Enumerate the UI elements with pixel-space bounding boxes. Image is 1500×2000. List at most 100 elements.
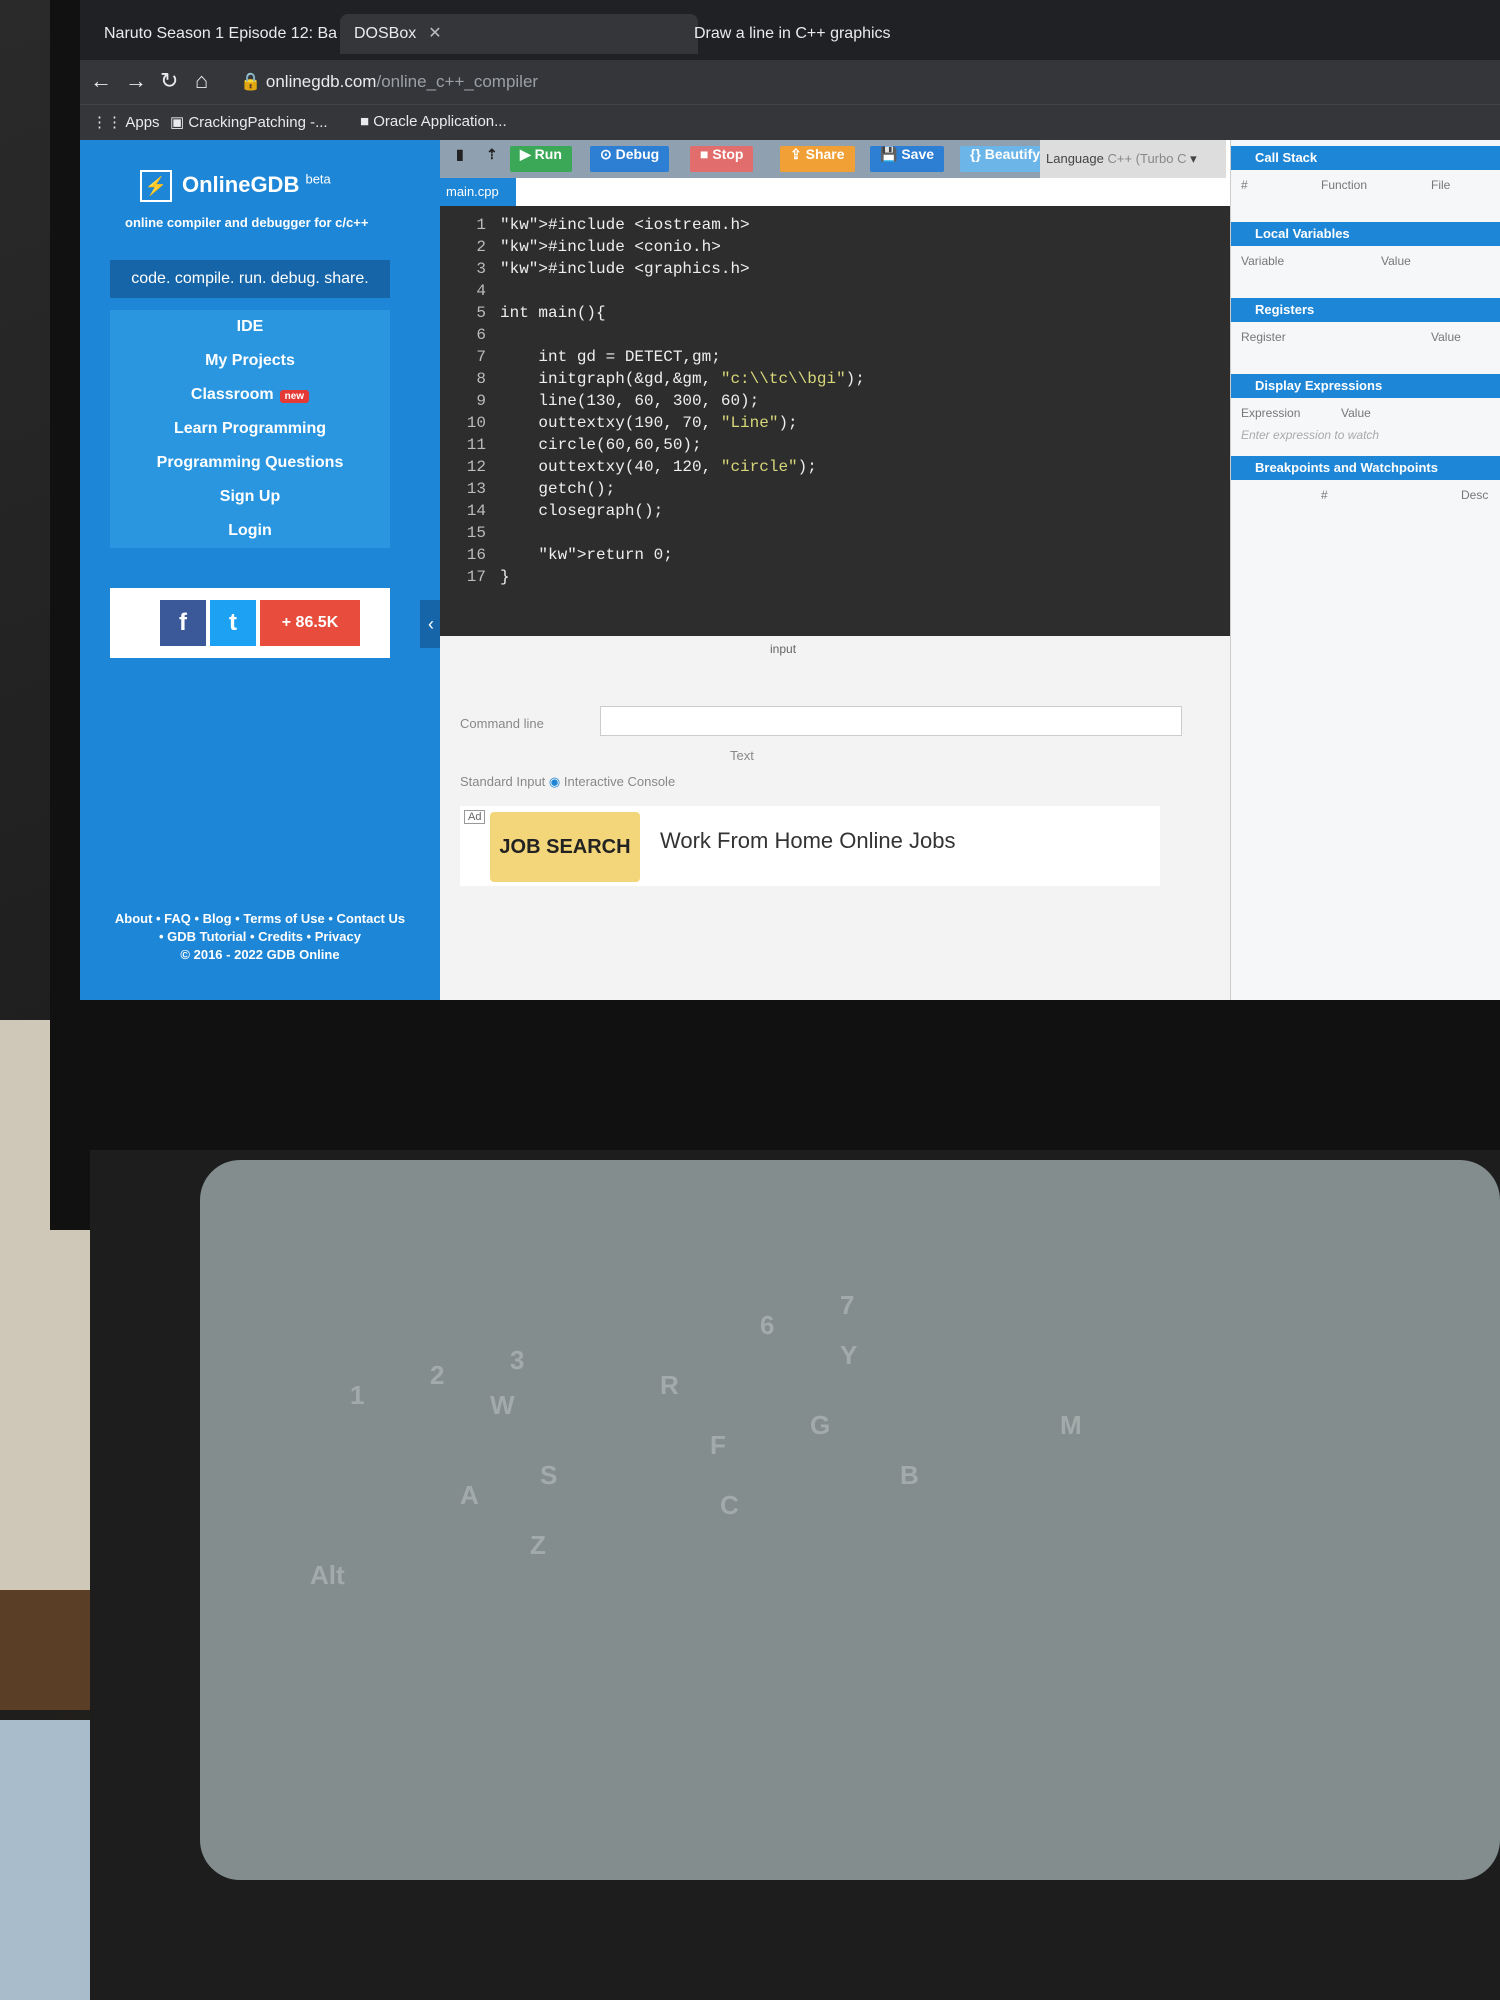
motto: code. compile. run. debug. share.	[110, 260, 390, 298]
tab-naruto[interactable]: Naruto Season 1 Episode 12: Ba	[90, 14, 358, 54]
keyboard-key[interactable]: 6	[760, 1310, 774, 1341]
breakpoints-header[interactable]: Breakpoints and Watchpoints	[1231, 456, 1500, 480]
col-header: #	[1241, 178, 1248, 192]
local-variables-header[interactable]: Local Variables	[1231, 222, 1500, 246]
code-line: circle(60,60,50);	[500, 436, 702, 454]
twitter-icon[interactable]: t	[210, 600, 256, 646]
save-button[interactable]: 💾 Save	[870, 146, 945, 172]
display-expressions-header[interactable]: Display Expressions	[1231, 374, 1500, 398]
section-label: Display Expressions	[1255, 378, 1383, 393]
code-line: outtextxy(40, 120, "circle");	[500, 458, 817, 476]
sidebar-item-classroom[interactable]: Classroom new	[110, 378, 390, 412]
code-line: getch();	[500, 480, 616, 498]
col-header: Register	[1241, 330, 1286, 344]
keyboard-key[interactable]: 1	[350, 1380, 364, 1411]
keyboard-key[interactable]: 7	[840, 1290, 854, 1321]
keyboard-key[interactable]: C	[720, 1490, 739, 1521]
language-value: C++ (Turbo C	[1107, 151, 1187, 166]
close-icon[interactable]: ✕	[428, 25, 441, 42]
sidebar-item-programming-questions[interactable]: Programming Questions	[110, 446, 390, 480]
keyboard-key[interactable]: 2	[430, 1360, 444, 1391]
code-line: "kw">return 0;	[538, 546, 673, 564]
keyboard-key[interactable]: 3	[510, 1345, 524, 1376]
collapse-sidebar-icon[interactable]: ‹	[420, 600, 442, 648]
bookmark-crackingpatching[interactable]: ▣ CrackingPatching -...	[170, 113, 328, 131]
standard-input-label[interactable]: Standard Input	[460, 774, 545, 789]
interactive-console-label[interactable]: Interactive Console	[564, 774, 675, 789]
call-stack-header[interactable]: Call Stack	[1231, 146, 1500, 170]
keyboard-key[interactable]: G	[810, 1410, 830, 1441]
col-header: Variable	[1241, 254, 1285, 268]
stop-button[interactable]: ■ Stop	[690, 146, 754, 172]
sidebar-item-ide[interactable]: IDE	[110, 310, 390, 344]
sidebar-item-sign-up[interactable]: Sign Up	[110, 480, 390, 514]
new-file-icon[interactable]: ▮	[446, 146, 474, 172]
radio-icon[interactable]: ◉	[549, 774, 560, 789]
forward-icon[interactable]: →	[125, 68, 147, 94]
facebook-icon[interactable]: f	[160, 600, 206, 646]
debug-button[interactable]: ⊙ Debug	[590, 146, 670, 172]
sidebar-item-login[interactable]: Login	[110, 514, 390, 548]
share-button[interactable]: + 86.5K	[260, 600, 360, 646]
footer-links-2[interactable]: • GDB Tutorial • Credits • Privacy	[100, 928, 420, 946]
bookmark-label: Apps	[125, 114, 160, 131]
sidebar-footer: About • FAQ • Blog • Terms of Use • Cont…	[100, 910, 420, 964]
line-number: 9	[476, 392, 486, 410]
code-line: }	[500, 568, 510, 586]
bookmark-label: CrackingPatching -...	[188, 114, 328, 131]
footer-links[interactable]: About • FAQ • Blog • Terms of Use • Cont…	[100, 910, 420, 928]
input-label: input	[770, 642, 797, 656]
tab-dosbox[interactable]: DOSBox ✕	[340, 14, 698, 54]
keyboard-cover: 1 2 3 W A S Z 6 7 R F C G B Y M Alt	[200, 1160, 1500, 1880]
keyboard-key[interactable]: Alt	[310, 1560, 345, 1591]
code-line: closegraph();	[500, 502, 664, 520]
code-line: outtextxy(190, 70, "Line");	[500, 414, 798, 432]
keyboard-key[interactable]: Y	[840, 1340, 857, 1371]
home-icon[interactable]: ⌂	[195, 68, 208, 94]
command-line-input[interactable]	[600, 706, 1182, 736]
logo-text: OnlineGDB	[182, 172, 300, 197]
share-code-button[interactable]: ⇪ Share	[780, 146, 855, 172]
sidebar-item-learn-programming[interactable]: Learn Programming	[110, 412, 390, 446]
section-label: Local Variables	[1255, 226, 1350, 241]
plus-icon: +	[281, 614, 292, 631]
expression-input[interactable]: Enter expression to watch	[1241, 428, 1379, 442]
line-numbers: 1 2 3 4 5 6 7 8 9 10 11 12 13 14 15 16 17	[440, 214, 486, 588]
url-field[interactable]: 🔒 onlinegdb.com/online_c++_compiler	[240, 72, 538, 92]
run-button[interactable]: ▶ Run	[510, 146, 572, 172]
ad-badge: Ad	[464, 810, 486, 824]
onlinegdb-page: ⚡ OnlineGDB beta online compiler and debu…	[80, 140, 1500, 1000]
site-logo[interactable]: ⚡ OnlineGDB beta	[140, 170, 331, 202]
beautify-button[interactable]: {} Beautify	[960, 146, 1051, 172]
sidebar-item-my-projects[interactable]: My Projects	[110, 344, 390, 378]
save-label: Save	[901, 146, 935, 162]
reload-icon[interactable]: ↻	[160, 68, 178, 94]
code-line: "kw">#include <conio.h>	[500, 238, 721, 256]
keyboard-key[interactable]: M	[1060, 1410, 1082, 1441]
keyboard-key[interactable]: F	[710, 1430, 726, 1461]
debug-panel: Call Stack # Function File Local Variabl…	[1230, 140, 1500, 1000]
ad-title[interactable]: Work From Home Online Jobs	[660, 828, 955, 854]
language-select[interactable]: Language C++ (Turbo C ▾	[1040, 140, 1226, 178]
registers-header[interactable]: Registers	[1231, 298, 1500, 322]
keyboard-key[interactable]: S	[540, 1460, 557, 1491]
keyboard-key[interactable]: W	[490, 1390, 515, 1421]
editor-toolbar: ▮ ⇡ ▶ Run ⊙ Debug ■ Stop ⇪ Share 💾 Save …	[440, 140, 1130, 178]
upload-icon[interactable]: ⇡	[476, 146, 508, 172]
bookmark-apps[interactable]: ⋮⋮ Apps	[92, 113, 160, 131]
file-tab-main-cpp[interactable]: main.cpp	[440, 178, 516, 206]
keyboard-key[interactable]: B	[900, 1460, 919, 1491]
col-header: Value	[1381, 254, 1411, 268]
tab-draw-line[interactable]: Draw a line in C++ graphics	[680, 14, 928, 54]
keyboard-key[interactable]: A	[460, 1480, 479, 1511]
keyboard-key[interactable]: R	[660, 1370, 679, 1401]
line-number: 4	[476, 282, 486, 300]
share-label: Share	[805, 146, 845, 162]
back-icon[interactable]: ←	[90, 68, 112, 94]
bookmark-oracle[interactable]: ■ Oracle Application...	[360, 113, 507, 130]
keyboard-key[interactable]: Z	[530, 1530, 546, 1561]
social-bar: f t + 86.5K	[110, 588, 390, 658]
code-editor[interactable]: 1 2 3 4 5 6 7 8 9 10 11 12 13 14 15 16 17 "kw">#include …	[440, 206, 1230, 636]
ad-banner[interactable]: Ad JOB SEARCH Work From Home Online Jobs	[460, 806, 1160, 886]
